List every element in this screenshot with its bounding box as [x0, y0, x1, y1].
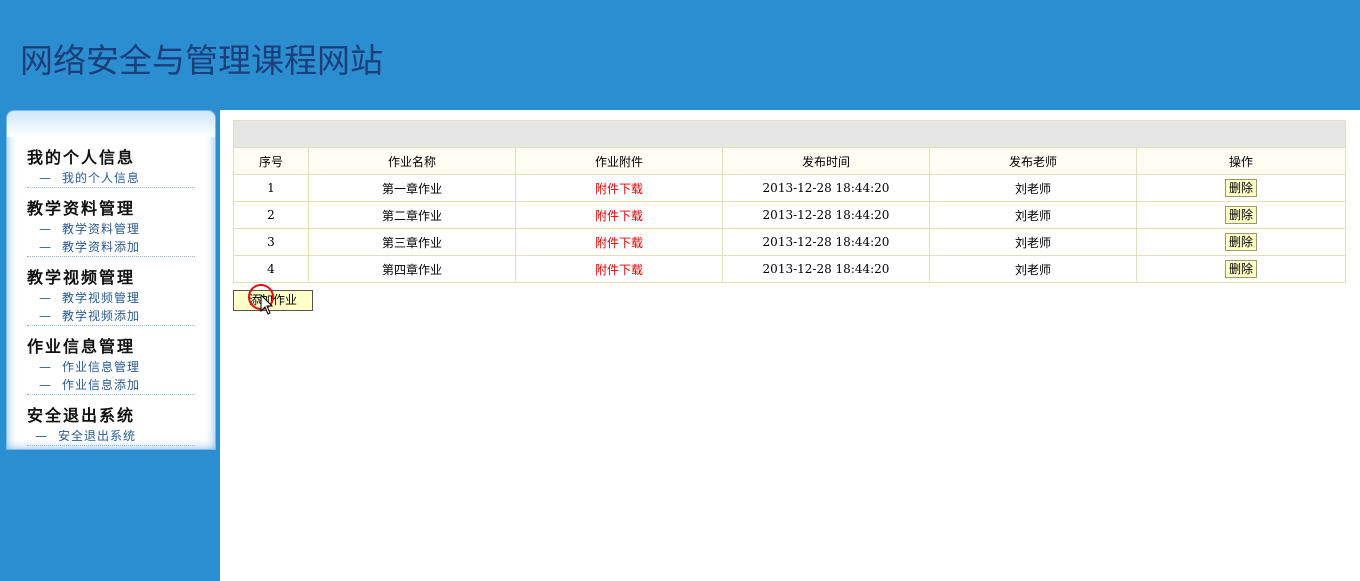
sidebar-item-label: 安全退出系统 [58, 429, 137, 443]
sidebar-item-videos-manage[interactable]: — 教学视频管理 [27, 289, 195, 307]
sidebar-item-label: 我的个人信息 [62, 171, 141, 185]
sidebar-item-my-profile[interactable]: — 我的个人信息 [27, 169, 195, 187]
column-header-no: 序号 [233, 147, 309, 175]
sidebar-item-homework-manage[interactable]: — 作业信息管理 [27, 358, 195, 376]
cell-action: 删除 [1136, 228, 1346, 256]
cell-action: 删除 [1136, 201, 1346, 229]
column-header-name: 作业名称 [308, 147, 516, 175]
column-header-attachment: 作业附件 [515, 147, 723, 175]
attachment-download-link[interactable]: 附件下载 [515, 255, 723, 283]
dash-icon: — [39, 222, 52, 236]
cell-action: 删除 [1136, 174, 1346, 202]
cell-time: 2013-12-28 18:44:20 [722, 174, 930, 202]
column-header-time: 发布时间 [722, 147, 930, 175]
cell-name: 第三章作业 [308, 228, 516, 256]
sidebar-item-label: 教学资料添加 [62, 240, 141, 254]
divider [27, 445, 195, 446]
table-banner [233, 120, 1346, 148]
table-header-row: 序号 作业名称 作业附件 发布时间 发布老师 操作 [233, 147, 1346, 175]
sidebar-item-materials-manage[interactable]: — 教学资料管理 [27, 220, 195, 238]
sidebar-group-title: 安全退出系统 [27, 406, 136, 425]
divider [27, 394, 195, 395]
table-row: 4 第四章作业 附件下载 2013-12-28 18:44:20 刘老师 删除 [233, 255, 1346, 283]
sidebar-group-profile: 我的个人信息 — 我的个人信息 [7, 147, 215, 188]
table-row: 1 第一章作业 附件下载 2013-12-28 18:44:20 刘老师 删除 [233, 174, 1346, 202]
sidebar-item-logout[interactable]: — 安全退出系统 [27, 427, 195, 445]
cell-name: 第四章作业 [308, 255, 516, 283]
divider [27, 256, 195, 257]
mouse-pointer-icon [260, 294, 274, 315]
header-bar: 网络安全与管理课程网站 [0, 0, 1360, 110]
sidebar-group-homework: 作业信息管理 — 作业信息管理 — 作业信息添加 [7, 336, 215, 395]
delete-button[interactable]: 删除 [1224, 260, 1257, 278]
column-header-action: 操作 [1136, 147, 1346, 175]
cell-teacher: 刘老师 [929, 201, 1137, 229]
main-content: 序号 作业名称 作业附件 发布时间 发布老师 操作 1 第一章作业 附件下载 2… [220, 110, 1360, 581]
sidebar-item-label: 作业信息添加 [62, 378, 141, 392]
cell-action: 删除 [1136, 255, 1346, 283]
sidebar-group-title: 教学资料管理 [27, 199, 136, 218]
cell-teacher: 刘老师 [929, 255, 1137, 283]
sidebar-item-label: 教学资料管理 [62, 222, 141, 236]
sidebar-group-title: 教学视频管理 [27, 268, 136, 287]
dash-icon: — [39, 360, 52, 374]
divider [27, 187, 195, 188]
sidebar-item-label: 教学视频管理 [62, 291, 141, 305]
cell-teacher: 刘老师 [929, 228, 1137, 256]
dash-icon: — [39, 309, 52, 323]
table-row: 3 第三章作业 附件下载 2013-12-28 18:44:20 刘老师 删除 [233, 228, 1346, 256]
sidebar-item-homework-add[interactable]: — 作业信息添加 [27, 376, 195, 394]
cell-no: 3 [233, 228, 309, 256]
column-header-teacher: 发布老师 [929, 147, 1137, 175]
cell-teacher: 刘老师 [929, 174, 1137, 202]
sidebar-item-materials-add[interactable]: — 教学资料添加 [27, 238, 195, 256]
dash-icon: — [39, 171, 52, 185]
sidebar-group-videos: 教学视频管理 — 教学视频管理 — 教学视频添加 [7, 267, 215, 326]
delete-button[interactable]: 删除 [1224, 206, 1257, 224]
attachment-download-link[interactable]: 附件下载 [515, 174, 723, 202]
sidebar-item-label: 作业信息管理 [62, 360, 141, 374]
cell-time: 2013-12-28 18:44:20 [722, 255, 930, 283]
sidebar-group-title: 我的个人信息 [27, 148, 136, 167]
cell-name: 第二章作业 [308, 201, 516, 229]
attachment-download-link[interactable]: 附件下载 [515, 201, 723, 229]
homework-table: 序号 作业名称 作业附件 发布时间 发布老师 操作 1 第一章作业 附件下载 2… [233, 120, 1346, 283]
sidebar-item-videos-add[interactable]: — 教学视频添加 [27, 307, 195, 325]
cell-name: 第一章作业 [308, 174, 516, 202]
dash-icon: — [39, 378, 52, 392]
dash-icon: — [35, 429, 48, 443]
site-title: 网络安全与管理课程网站 [20, 41, 383, 80]
dash-icon: — [39, 240, 52, 254]
table-row: 2 第二章作业 附件下载 2013-12-28 18:44:20 刘老师 删除 [233, 201, 1346, 229]
cell-no: 4 [233, 255, 309, 283]
sidebar: 我的个人信息 — 我的个人信息 教学资料管理 — 教学资料管理 — 教学资料添加 教学… [6, 110, 216, 450]
cell-no: 1 [233, 174, 309, 202]
attachment-download-link[interactable]: 附件下载 [515, 228, 723, 256]
sidebar-group-title: 作业信息管理 [27, 337, 136, 356]
sidebar-group-materials: 教学资料管理 — 教学资料管理 — 教学资料添加 [7, 198, 215, 257]
sidebar-item-label: 教学视频添加 [62, 309, 141, 323]
sidebar-group-logout: 安全退出系统 — 安全退出系统 [7, 405, 215, 446]
dash-icon: — [39, 291, 52, 305]
delete-button[interactable]: 删除 [1224, 233, 1257, 251]
delete-button[interactable]: 删除 [1224, 179, 1257, 197]
table-banner-row [233, 120, 1346, 148]
cell-time: 2013-12-28 18:44:20 [722, 228, 930, 256]
cell-no: 2 [233, 201, 309, 229]
divider [27, 325, 195, 326]
sidebar-top [7, 111, 215, 137]
cell-time: 2013-12-28 18:44:20 [722, 201, 930, 229]
